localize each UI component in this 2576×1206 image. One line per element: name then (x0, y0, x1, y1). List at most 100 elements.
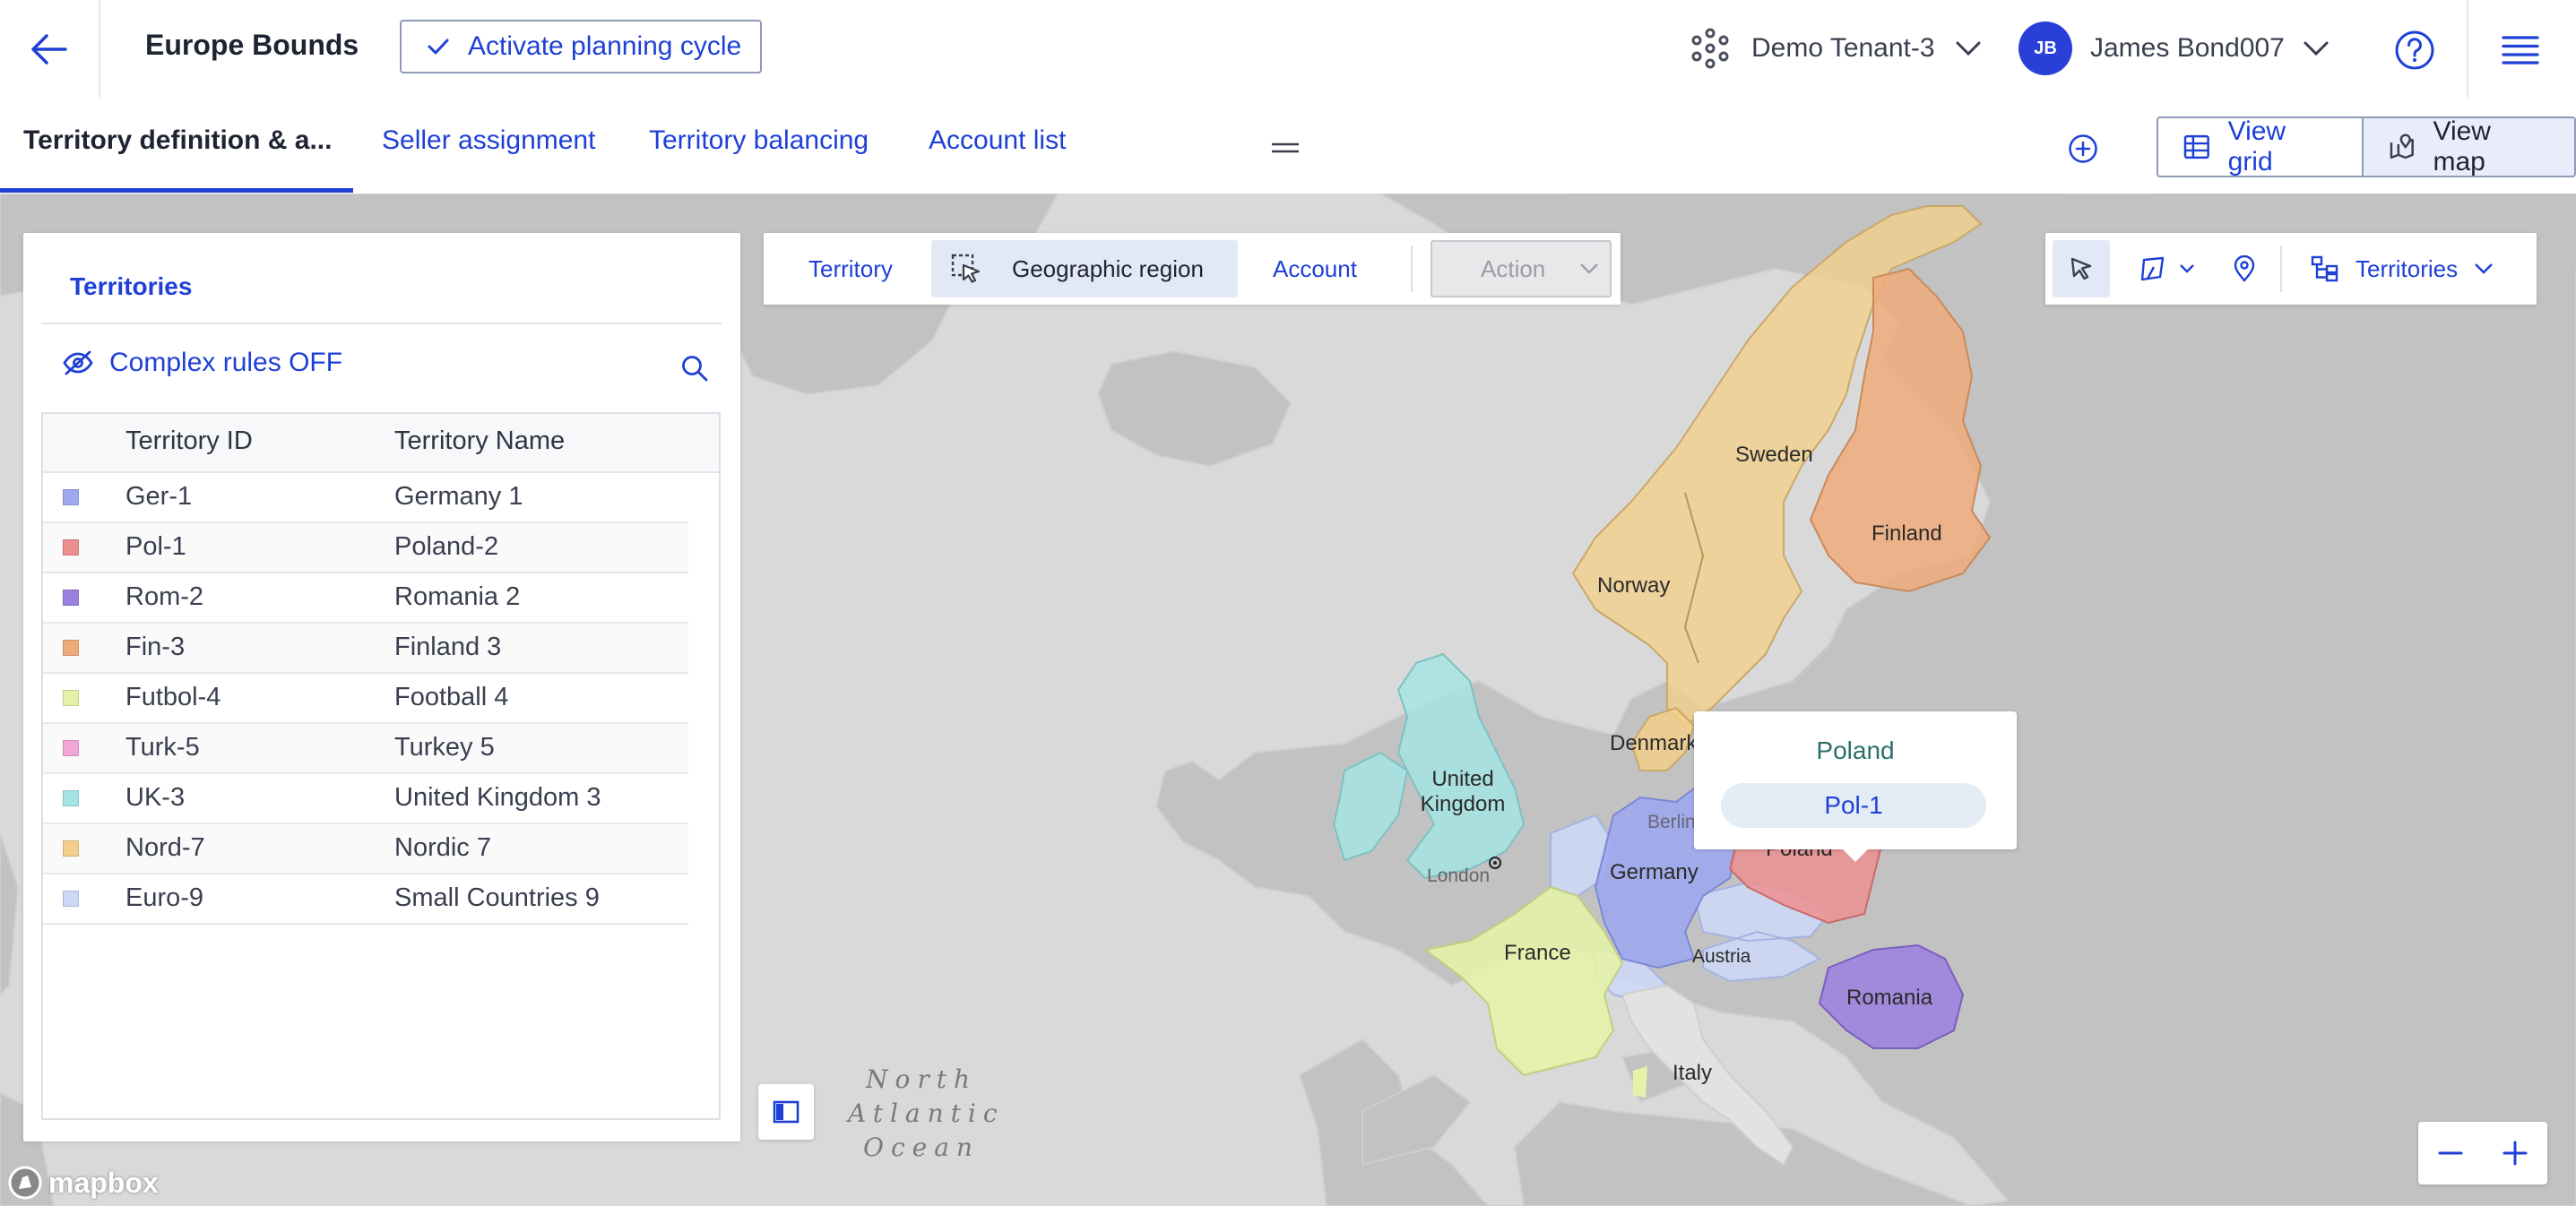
select-by-geographic-region-button[interactable]: Geographic region (931, 240, 1238, 297)
avatar: JB (2018, 22, 2072, 75)
plus-icon (2503, 1141, 2528, 1166)
table-row[interactable]: Ger-1 Germany 1 (43, 473, 688, 523)
table-row[interactable]: Euro-9 Small Countries 9 (43, 874, 688, 925)
location-pin-tool-button[interactable] (2216, 240, 2273, 297)
table-row[interactable]: Rom-2 Romania 2 (43, 573, 688, 624)
mapbox-logo[interactable]: mapbox (7, 1165, 159, 1201)
user-menu[interactable]: JB James Bond007 (2018, 20, 2330, 77)
select-by-territory-button[interactable]: Territory (808, 240, 893, 297)
map-label-finland: Finland (1871, 521, 1942, 546)
map-label-germany: Germany (1610, 860, 1699, 884)
table-row[interactable]: Pol-1 Poland-2 (43, 523, 688, 573)
toggle-panel-button[interactable] (758, 1084, 814, 1140)
drag-handle-icon[interactable] (1271, 142, 1300, 158)
lasso-tool-button[interactable] (2126, 240, 2207, 297)
tenant-switcher[interactable]: Demo Tenant-3 (1689, 20, 1982, 77)
color-swatch (63, 539, 79, 556)
map-label-italy: Italy (1673, 1061, 1713, 1085)
color-swatch (63, 790, 79, 806)
color-swatch (63, 640, 79, 656)
top-bar: Europe Bounds Activate planning cycle De… (0, 0, 2576, 102)
lasso-icon (2140, 256, 2165, 281)
table-row[interactable]: Futbol-4 Football 4 (43, 674, 688, 724)
table-row[interactable]: Fin-3 Finland 3 (43, 624, 688, 674)
color-swatch (63, 489, 79, 505)
territory-name: Nordic 7 (394, 833, 491, 862)
map-label-denmark: Denmark (1610, 731, 1698, 755)
map-label-ocean: North Atlantic Ocean (848, 1064, 1005, 1162)
tab-territory-balancing[interactable]: Territory balancing (649, 125, 869, 156)
divider (41, 323, 722, 324)
column-header-territory-name[interactable]: Territory Name (394, 426, 565, 456)
territory-table: Territory ID Territory Name Ger-1 Germany… (41, 412, 721, 1120)
color-swatch (63, 590, 79, 606)
chevron-down-icon (2475, 263, 2494, 274)
selection-mode-toolbar: Territory Geographic region Account Acti… (764, 233, 1621, 305)
divider (1411, 246, 1413, 292)
territory-id: Ger-1 (125, 482, 193, 511)
color-swatch (63, 690, 79, 706)
view-grid-label: View grid (2227, 116, 2286, 177)
territory-id: Fin-3 (125, 633, 186, 661)
help-button[interactable] (2388, 23, 2442, 77)
map-label-sweden: Sweden (1735, 443, 1813, 467)
map-label-norway: Norway (1597, 573, 1671, 598)
chevron-down-icon (2304, 41, 2329, 56)
geographic-region-label: Geographic region (1012, 254, 1204, 282)
color-swatch (63, 891, 79, 907)
territory-id: Nord-7 (125, 833, 205, 862)
table-row[interactable]: UK-3 United Kingdom 3 (43, 774, 688, 824)
territory-chip[interactable]: Pol-1 (1721, 783, 1986, 828)
search-button[interactable] (676, 349, 713, 387)
territory-name: Football 4 (394, 683, 509, 711)
eye-off-icon (63, 350, 93, 375)
complex-rules-label: Complex rules OFF (109, 348, 343, 377)
chevron-down-icon (1580, 263, 1599, 274)
checkmark-icon (428, 39, 449, 55)
panel-title: Territories (70, 272, 193, 300)
main-menu-button[interactable] (2494, 23, 2547, 77)
hierarchy-icon (2311, 255, 2338, 282)
territory-name: United Kingdom 3 (394, 783, 601, 812)
grid-icon (2183, 134, 2209, 159)
add-button[interactable] (2062, 127, 2105, 170)
table-row[interactable]: Turk-5 Turkey 5 (43, 724, 688, 774)
view-map-button[interactable]: View map (2361, 118, 2574, 176)
action-dropdown[interactable]: Action (1431, 240, 1612, 297)
territory-name: Romania 2 (394, 582, 521, 611)
column-header-territory-id[interactable]: Territory ID (125, 426, 253, 456)
territory-name: Small Countries 9 (394, 883, 600, 912)
mapbox-wordmark: mapbox (48, 1166, 159, 1199)
territory-name: Turkey 5 (394, 733, 495, 762)
color-swatch (63, 740, 79, 756)
territory-name: Finland 3 (394, 633, 502, 661)
sidebar-toggle-icon (773, 1100, 800, 1124)
table-row[interactable]: Nord-7 Nordic 7 (43, 824, 688, 874)
tab-territory-definition[interactable]: Territory definition & a... (23, 125, 332, 156)
layer-dropdown[interactable]: Territories (2311, 240, 2494, 297)
zoom-in-button[interactable] (2483, 1122, 2547, 1184)
chevron-down-icon (1956, 41, 1981, 56)
pointer-tool-button[interactable] (2053, 240, 2110, 297)
popup-region-name: Poland (1816, 737, 1895, 764)
tab-account-list[interactable]: Account list (929, 125, 1066, 156)
back-button[interactable] (0, 0, 100, 99)
zoom-out-button[interactable] (2418, 1122, 2483, 1184)
select-by-account-button[interactable]: Account (1273, 240, 1357, 297)
territory-id: Futbol-4 (125, 683, 221, 711)
view-grid-button[interactable]: View grid (2158, 118, 2362, 176)
tab-seller-assignment[interactable]: Seller assignment (382, 125, 595, 156)
complex-rules-toggle[interactable]: Complex rules OFF (63, 348, 342, 378)
map-tools-toolbar: Territories (2045, 233, 2537, 305)
territory-id: Turk-5 (125, 733, 200, 762)
territory-id: Rom-2 (125, 582, 204, 611)
zoom-controls (2418, 1122, 2547, 1184)
active-tab-indicator (0, 188, 353, 193)
activate-planning-cycle-button[interactable]: Activate planning cycle (400, 20, 762, 73)
view-toggle: View grid View map (2157, 116, 2576, 177)
territory-id: UK-3 (125, 783, 186, 812)
color-swatch (63, 840, 79, 857)
location-pin-icon (2234, 255, 2255, 282)
divider (2467, 0, 2468, 99)
page-title: Europe Bounds (145, 29, 359, 61)
